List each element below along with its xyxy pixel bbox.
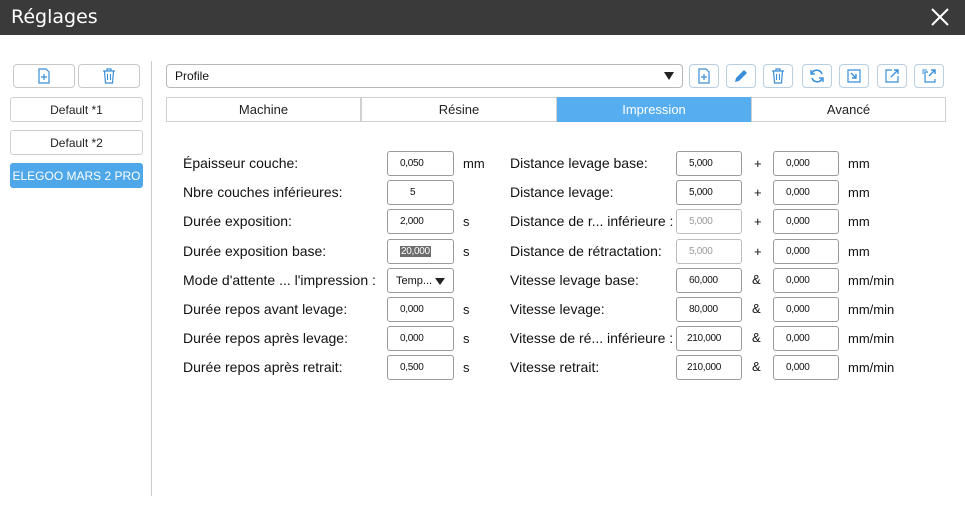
settings-window: Réglages Default *1 Default *2 ELEGOO MA… (0, 0, 965, 527)
rest-after-lift-input[interactable]: 0,000 (387, 326, 454, 351)
setting-label: Durée repos après levage: (183, 330, 348, 346)
chevron-down-icon (664, 72, 674, 80)
unit-label: s (463, 360, 470, 375)
plus-symbol: + (754, 244, 762, 259)
profile-item-elegoo-mars-2-pro[interactable]: ELEGOO MARS 2 PRO (10, 163, 143, 188)
bottom-retract-speed-extra-input[interactable]: 0,000 (773, 326, 839, 351)
setting-label: Durée exposition base: (183, 243, 327, 259)
lift-distance-extra-input[interactable]: 0,000 (773, 180, 839, 205)
delete-button[interactable] (763, 64, 793, 88)
unit-label: mm (848, 156, 870, 171)
import-icon (847, 69, 861, 83)
close-button[interactable] (929, 6, 951, 28)
tab-impression[interactable]: Impression (557, 97, 751, 122)
plus-symbol: + (754, 214, 762, 229)
tab-avance[interactable]: Avancé (751, 97, 946, 122)
refresh-icon (810, 69, 824, 83)
unit-label: mm (848, 214, 870, 229)
setting-label: Distance de rétractation: (510, 243, 662, 259)
title-bar: Réglages (0, 0, 965, 35)
bottom-retract-speed-input[interactable]: 210,000 (676, 326, 742, 351)
layer-thickness-input[interactable]: 0,050 (387, 151, 454, 176)
retract-speed-extra-input[interactable]: 0,000 (773, 355, 839, 380)
unit-label: mm/min (848, 302, 895, 317)
setting-label: Vitesse retrait: (510, 359, 600, 375)
setting-label: Nbre couches inférieures: (183, 184, 343, 200)
bottom-retract-distance-extra-input[interactable]: 0,000 (773, 209, 839, 234)
bottom-retract-distance-input[interactable]: 5,000 (676, 209, 742, 234)
setting-label: Distance levage: (510, 184, 614, 200)
import-button[interactable] (839, 64, 869, 88)
exposure-time-input[interactable]: 2,000 (387, 209, 454, 234)
setting-label: Durée exposition: (183, 213, 292, 229)
bottom-exposure-time-input[interactable]: 20,000 (387, 239, 454, 264)
rest-before-lift-input[interactable]: 0,000 (387, 297, 454, 322)
tab-resine[interactable]: Résine (361, 97, 557, 122)
setting-label: Durée repos après retrait: (183, 359, 343, 375)
retract-distance-input[interactable]: 5,000 (676, 239, 742, 264)
add-profile-button[interactable] (13, 64, 75, 88)
ampersand-symbol: & (752, 272, 761, 287)
unit-label: s (463, 331, 470, 346)
unit-label: s (463, 302, 470, 317)
unit-label: s (463, 214, 470, 229)
bottom-lift-speed-extra-input[interactable]: 0,000 (773, 268, 839, 293)
setting-label: Vitesse de ré... inférieure : (510, 330, 674, 346)
export-all-button[interactable] (914, 64, 944, 88)
bottom-lift-distance-extra-input[interactable]: 0,000 (773, 151, 839, 176)
setting-label: Vitesse levage: (510, 301, 605, 317)
ampersand-symbol: & (752, 301, 761, 316)
unit-label: mm/min (848, 273, 895, 288)
setting-label: Distance de r... inférieure : (510, 213, 674, 229)
ampersand-symbol: & (752, 330, 761, 345)
bottom-lift-speed-input[interactable]: 60,000 (676, 268, 742, 293)
setting-label: Mode d'attente ... l'impression : (183, 272, 376, 288)
lift-speed-extra-input[interactable]: 0,000 (773, 297, 839, 322)
unit-label: mm (848, 244, 870, 259)
window-title: Réglages (11, 6, 98, 28)
add-file-icon (698, 68, 710, 84)
setting-label: Durée repos avant levage: (183, 301, 348, 317)
selected-text: 20,000 (400, 246, 431, 257)
delete-profile-button[interactable] (78, 64, 140, 88)
refresh-button[interactable] (802, 64, 832, 88)
unit-label: mm/min (848, 331, 895, 346)
trash-icon (103, 68, 115, 84)
chevron-down-icon (435, 278, 445, 285)
profile-item-default-2[interactable]: Default *2 (10, 130, 143, 155)
export-button[interactable] (877, 64, 907, 88)
plus-symbol: + (754, 185, 762, 200)
export-all-icon (922, 69, 936, 83)
new-button[interactable] (689, 64, 719, 88)
profile-select-value: Profile (175, 69, 210, 83)
profile-item-default-1[interactable]: Default *1 (10, 97, 143, 122)
setting-label: Vitesse levage base: (510, 272, 639, 288)
retract-speed-input[interactable]: 210,000 (676, 355, 742, 380)
profile-select[interactable]: Profile (166, 64, 683, 88)
lift-speed-input[interactable]: 80,000 (676, 297, 742, 322)
wait-mode-value: Temp... (396, 274, 433, 287)
add-file-icon (38, 68, 50, 84)
plus-symbol: + (754, 156, 762, 171)
wait-mode-select[interactable]: Temp... (387, 268, 454, 293)
export-icon (885, 69, 899, 83)
edit-button[interactable] (726, 64, 756, 88)
rest-after-retract-input[interactable]: 0,500 (387, 355, 454, 380)
unit-label: mm (463, 156, 485, 171)
pencil-icon (735, 70, 747, 82)
retract-distance-extra-input[interactable]: 0,000 (773, 239, 839, 264)
setting-label: Distance levage base: (510, 155, 648, 171)
unit-label: mm (848, 185, 870, 200)
trash-icon (772, 68, 784, 84)
unit-label: mm/min (848, 360, 895, 375)
bottom-layers-input[interactable]: 5 (387, 180, 454, 205)
unit-label: s (463, 244, 470, 259)
setting-label: Épaisseur couche: (183, 155, 299, 171)
lift-distance-input[interactable]: 5,000 (676, 180, 742, 205)
panel-divider (151, 61, 152, 496)
bottom-lift-distance-input[interactable]: 5,000 (676, 151, 742, 176)
ampersand-symbol: & (752, 359, 761, 374)
close-icon (931, 8, 949, 26)
tab-machine[interactable]: Machine (166, 97, 361, 122)
